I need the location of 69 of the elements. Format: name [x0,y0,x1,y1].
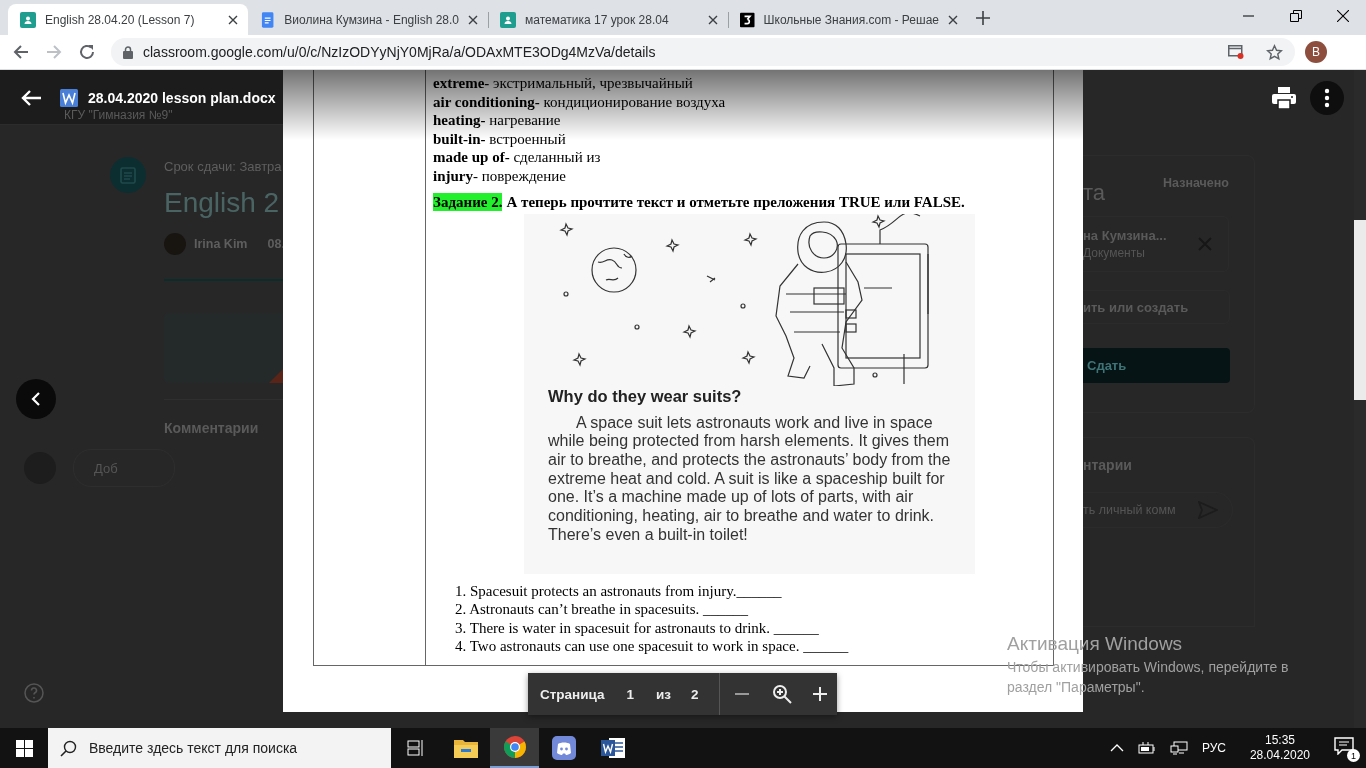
file-name: 28.04.2020 lesson plan.docx [88,89,276,106]
task-view-icon[interactable] [407,740,425,756]
restore-icon[interactable] [1289,10,1302,22]
class-subtitle: КГУ "Гимназия №9" [64,108,173,122]
vocabulary-line: air conditioning- кондиционирование воздуха [433,92,727,112]
close-window-icon[interactable] [1336,10,1349,22]
close-icon[interactable] [228,14,238,25]
blocked-popup-icon[interactable] [1228,45,1244,59]
question-text: 3. There is water in spacesuit for astronauts to drink. ______ [455,618,819,638]
question-text: 2. Astronauts can’t breathe in spacesuits. ______ [455,600,748,619]
start-icon[interactable] [15,739,33,757]
chevron-left-icon [31,392,41,406]
zoom-in-icon[interactable] [811,686,828,702]
more-vertical-icon [1324,87,1330,108]
search-field[interactable]: Введите здесь текст для поиска [48,728,391,768]
browser-tab[interactable]: математика 17 урок 28.04 [488,4,728,35]
profile-avatar[interactable]: В [1305,41,1327,63]
current-page: 1 [626,686,635,702]
vocabulary-line: injury- повреждение [433,166,567,186]
vocabulary-line: made up of- сделанный из [433,148,602,167]
reload-icon[interactable] [78,43,96,61]
close-icon[interactable] [708,14,718,25]
previous-button[interactable] [16,379,56,419]
back-arrow-icon[interactable] [20,88,42,107]
language-indicator[interactable]: РУС [1201,741,1226,755]
task-label: Задание 2. [433,192,503,211]
vocabulary-line: heating- нагревание [433,111,562,130]
notification-count: 1 [1347,749,1360,762]
chat-app-icon[interactable] [551,736,576,760]
site-favicon-icon [740,11,755,28]
print-icon[interactable] [1272,86,1296,109]
chrome-icon[interactable] [502,735,527,759]
question-text: 1. Spacesuit protects an astronauts from injury.______ [455,581,782,601]
close-icon[interactable] [948,14,958,25]
star-icon[interactable] [1266,43,1283,61]
search-icon [60,739,77,757]
classroom-favicon-icon [500,11,516,28]
lock-icon [123,45,133,59]
word-app-icon[interactable] [600,737,625,759]
illustration-heading: Why do they wear suits? [548,385,742,406]
total-pages: 2 [691,686,699,702]
new-tab-icon[interactable] [976,10,990,25]
browser-tab[interactable]: Виолина Кумзина - English 28.0 [248,4,488,35]
vocabulary-line: built-in- встроенный [433,129,567,149]
zoom-icon[interactable] [771,684,792,704]
browser-tab[interactable]: Школьные Знания.com - Решае [728,4,968,35]
document-favicon-icon [260,11,276,28]
battery-icon[interactable] [1137,742,1156,754]
close-icon[interactable] [468,14,478,25]
scrollbar-thumb[interactable] [1354,220,1366,400]
browser-tab[interactable]: English 28.04.20 (Lesson 7) [8,4,248,35]
illustration-paragraph: A space suit lets astronauts work and live in space while being protected from harsh elements. It gives them air to breathe, and protects the astronauts’ body from the extreme heat and cold. A suit is like a spaceship built for one. It’s a machine made up of lots of parts, with air conditioning, heating, air to breathe and water to drink. There’s even a built-in toilet! [548,413,952,545]
chevron-up-icon[interactable] [1109,744,1124,752]
folder-icon[interactable] [453,738,478,758]
back-icon[interactable] [12,43,30,61]
address-bar[interactable]: classroom.google.com/u/0/c/NzIzODYyNjY0MjRa/a/ODAxMTE3ODg4MzVa/details [111,38,1295,66]
taskbar-app-button[interactable] [490,728,539,768]
classroom-favicon-icon [20,11,36,28]
clock[interactable]: 15:35 28.04.2020 [1249,733,1310,763]
assignment-icon [120,166,136,184]
vocabulary-line: extreme- экстримальный, чрезвычайный [433,74,694,93]
question-text: 4. Two astronauts can use one spacesuit to work in space. ______ [455,637,849,656]
more-options-button[interactable] [1310,80,1344,115]
page-of-label: из [656,686,672,702]
page-label: Страница [540,686,605,702]
submit-button[interactable]: Сдать [1083,348,1230,383]
network-icon[interactable] [1169,741,1188,755]
task-instruction: А теперь прочтите текст и отметьте преложения TRUE или FALSE. [506,192,965,211]
assignment-title: English 2 [164,186,281,220]
